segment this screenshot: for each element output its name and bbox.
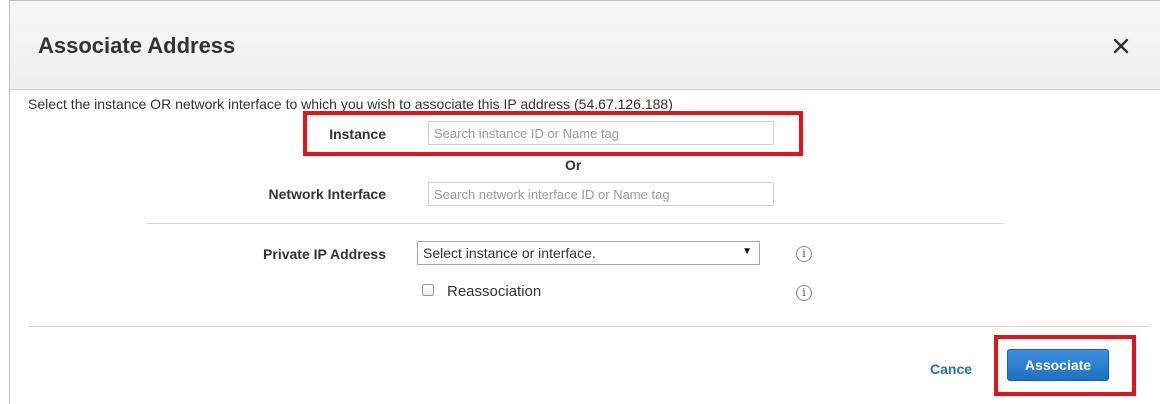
cancel-link[interactable]: Cance [930, 361, 972, 377]
instance-search-input[interactable] [428, 121, 774, 145]
intro-text: Select the instance OR network interface… [28, 96, 673, 112]
reassociation-checkbox[interactable] [422, 284, 434, 296]
private-ip-label: Private IP Address [263, 246, 386, 262]
private-ip-select[interactable]: Select instance or interface. ▼ [417, 241, 760, 265]
associate-button[interactable]: Associate [1007, 349, 1109, 381]
info-icon[interactable]: i [796, 246, 812, 262]
reassociation-label: Reassociation [447, 283, 542, 300]
instance-label: Instance [329, 126, 386, 142]
dialog-title: Associate Address [38, 33, 236, 58]
network-interface-search-input[interactable] [428, 182, 774, 206]
footer-divider [28, 326, 1150, 327]
network-interface-label: Network Interface [268, 186, 386, 202]
close-icon[interactable] [1112, 37, 1130, 55]
private-ip-selected-value: Select instance or interface. [423, 245, 596, 261]
dialog-header: Associate Address [10, 1, 1160, 90]
dropdown-arrow-icon: ▼ [742, 246, 752, 257]
info-icon[interactable]: i [796, 285, 812, 301]
section-divider [146, 223, 1004, 224]
or-separator: Or [565, 157, 582, 173]
